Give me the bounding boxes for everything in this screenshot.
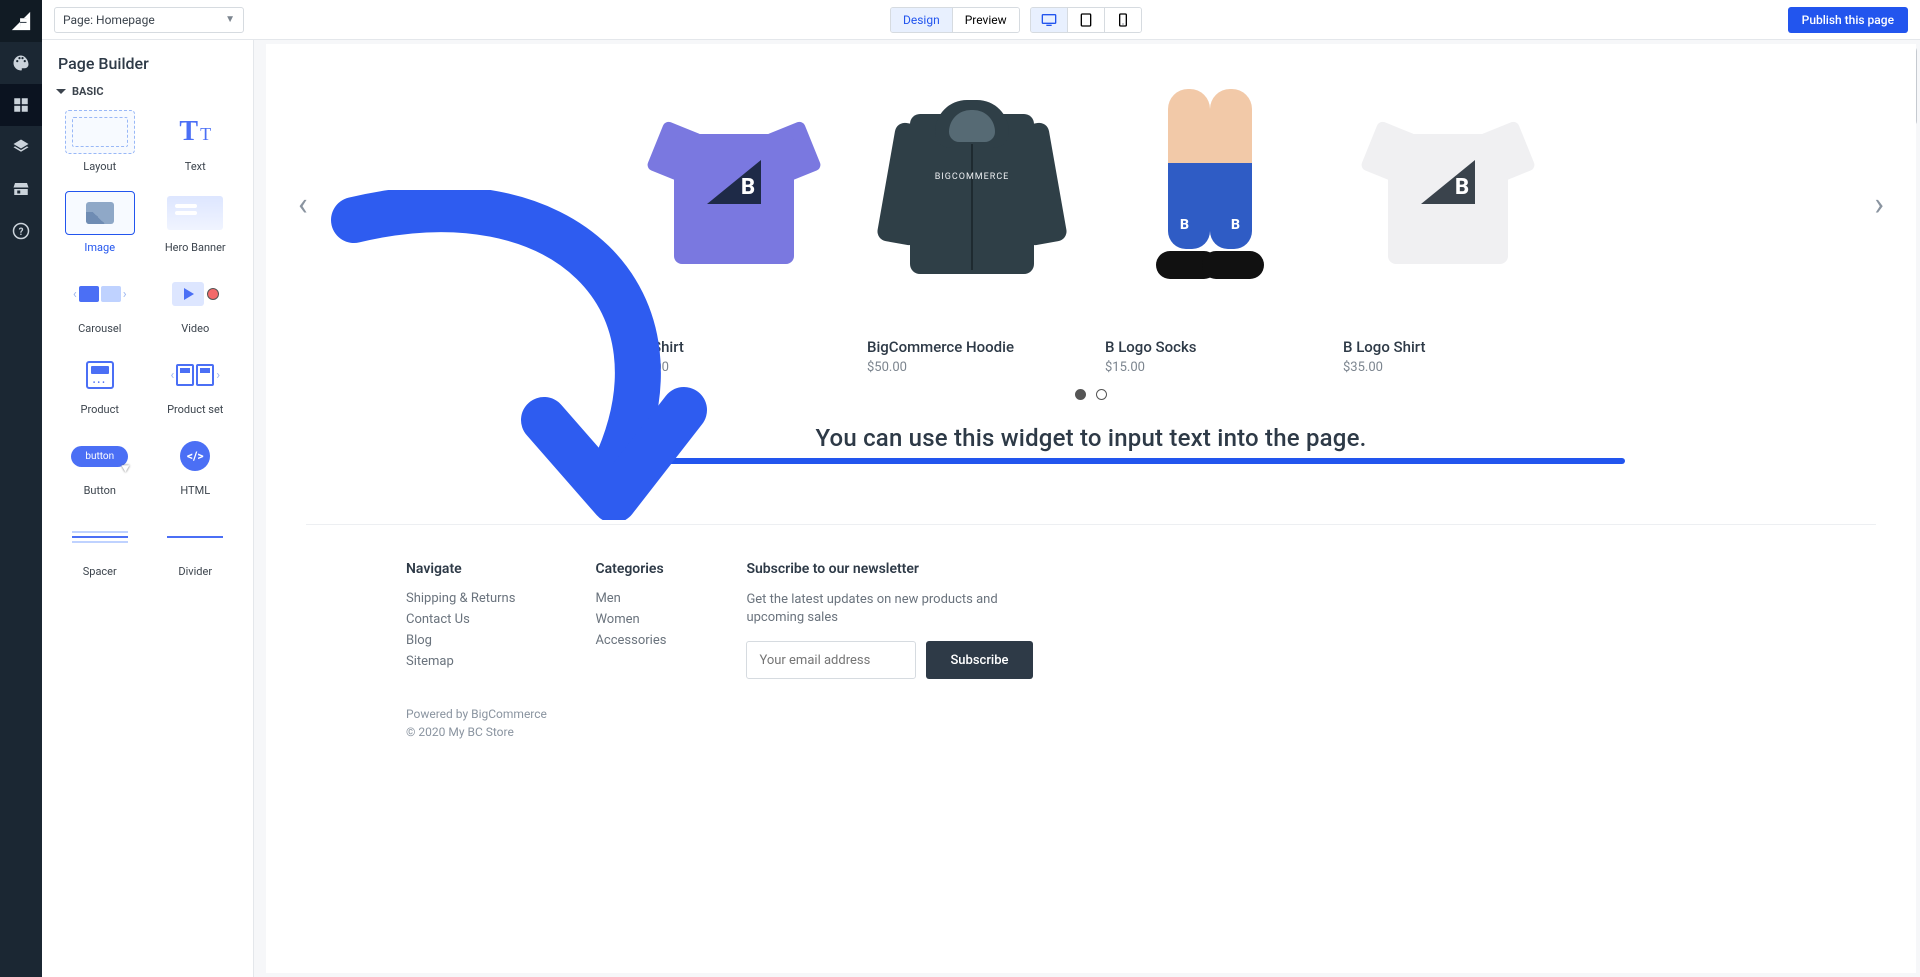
carousel-dots [306, 389, 1876, 400]
hero-icon [160, 191, 230, 235]
mode-preview[interactable]: Preview [953, 8, 1019, 32]
svg-text:?: ? [19, 227, 24, 238]
widget-button[interactable]: buttonButton [52, 434, 148, 497]
footer-col-categories: Categories Men Women Accessories [595, 561, 666, 679]
footer-heading: Navigate [406, 561, 515, 577]
mode-toggle: Design Preview [890, 7, 1020, 33]
panel-title: Page Builder [42, 40, 253, 81]
widget-hero[interactable]: Hero Banner [148, 191, 244, 254]
widget-drop-indicator [557, 458, 1625, 464]
widget-video[interactable]: Video [148, 272, 244, 335]
product-card[interactable]: BIGCOMMERCE BigCommerce Hoodie $50.00 [867, 84, 1077, 375]
html-icon: </> [160, 434, 230, 478]
brand-logo[interactable] [0, 0, 42, 42]
layout-icon [65, 110, 135, 154]
widget-product[interactable]: Product [52, 353, 148, 416]
divider-icon [160, 515, 230, 559]
spacer-icon [65, 515, 135, 559]
publish-button[interactable]: Publish this page [1788, 7, 1908, 33]
product-card[interactable]: BB B Logo Socks $15.00 [1105, 84, 1315, 375]
footer-link[interactable]: Accessories [595, 633, 666, 648]
product-image: B [629, 84, 839, 294]
viewport-tablet[interactable] [1068, 8, 1105, 32]
page-canvas: ‹ B BC Shirt $20.00 BIGCOMMERCE [266, 44, 1916, 973]
footer-col-navigate: Navigate Shipping & Returns Contact Us B… [406, 561, 515, 679]
product-price: $15.00 [1105, 360, 1315, 375]
subscribe-email-input[interactable] [746, 641, 916, 679]
carousel-prev[interactable]: ‹ [292, 184, 314, 224]
product-image: B [1343, 84, 1553, 294]
video-icon [160, 272, 230, 316]
product-image: BIGCOMMERCE [867, 84, 1077, 294]
section-basic[interactable]: BASIC [42, 81, 253, 102]
footer-link[interactable]: Contact Us [406, 612, 515, 627]
footer-link[interactable]: Sitemap [406, 654, 515, 669]
canvas-scroll[interactable]: ‹ B BC Shirt $20.00 BIGCOMMERCE [254, 40, 1920, 977]
viewport-mobile[interactable] [1105, 8, 1141, 32]
footer-link[interactable]: Shipping & Returns [406, 591, 515, 606]
text-icon: T [160, 110, 230, 154]
widget-carousel[interactable]: ‹›Carousel [52, 272, 148, 335]
product-price: $50.00 [867, 360, 1077, 375]
product-name: BC Shirt [629, 338, 839, 356]
widget-panel: Page Builder BASIC Layout TText Image He… [42, 40, 254, 977]
rail-store-icon[interactable] [0, 168, 42, 210]
page-footer: Navigate Shipping & Returns Contact Us B… [306, 524, 1876, 689]
page-selector[interactable]: Page: Homepage ▼ [54, 7, 244, 33]
svg-text:B: B [741, 175, 755, 200]
chevron-down-icon: ▼ [225, 14, 235, 25]
widget-divider[interactable]: Divider [148, 515, 244, 578]
widget-text[interactable]: TText [148, 110, 244, 173]
productset-icon: ‹› [160, 353, 230, 397]
footer-link[interactable]: Men [595, 591, 666, 606]
footer-col-subscribe: Subscribe to our newsletter Get the late… [746, 561, 1046, 679]
product-name: B Logo Shirt [1343, 338, 1553, 356]
footer-heading: Categories [595, 561, 666, 577]
product-price: $20.00 [629, 360, 839, 375]
viewport-toggle [1030, 7, 1142, 33]
widget-html[interactable]: </>HTML [148, 434, 244, 497]
carousel-next[interactable]: › [1868, 184, 1890, 224]
footer-heading: Subscribe to our newsletter [746, 561, 1046, 577]
subscribe-button[interactable]: Subscribe [926, 641, 1032, 679]
copyright: © 2020 My BC Store [406, 723, 1776, 741]
svg-text:B: B [1455, 175, 1469, 200]
rail-widgets-icon[interactable] [0, 84, 42, 126]
product-image: BB [1105, 84, 1315, 294]
carousel-dot[interactable] [1075, 389, 1086, 400]
carousel-icon: ‹› [65, 272, 135, 316]
footer-link[interactable]: Blog [406, 633, 515, 648]
product-price: $35.00 [1343, 360, 1553, 375]
viewport-desktop[interactable] [1031, 8, 1068, 32]
rail-theme-icon[interactable] [0, 42, 42, 84]
rail-help-icon[interactable]: ? [0, 210, 42, 252]
button-icon: button [65, 434, 135, 478]
product-name: BigCommerce Hoodie [867, 338, 1077, 356]
footer-desc: Get the latest updates on new products a… [746, 591, 1046, 627]
widget-spacer[interactable]: Spacer [52, 515, 148, 578]
product-name: B Logo Socks [1105, 338, 1315, 356]
text-widget[interactable]: You can use this widget to input text in… [306, 424, 1876, 452]
rail-layers-icon[interactable] [0, 126, 42, 168]
footer-link[interactable]: Women [595, 612, 666, 627]
app-rail: ? [0, 0, 42, 977]
product-carousel: ‹ B BC Shirt $20.00 BIGCOMMERCE [306, 84, 1876, 375]
product-icon [65, 353, 135, 397]
widget-productset[interactable]: ‹›Product set [148, 353, 244, 416]
footer-legal: Powered by BigCommerce © 2020 My BC Stor… [306, 689, 1876, 757]
widget-image[interactable]: Image [52, 191, 148, 254]
mode-design[interactable]: Design [891, 8, 953, 32]
page-selector-label: Page: Homepage [63, 13, 155, 27]
product-card[interactable]: B BC Shirt $20.00 [629, 84, 839, 375]
carousel-dot[interactable] [1096, 389, 1107, 400]
powered-by: Powered by BigCommerce [406, 705, 1776, 723]
product-card[interactable]: B B Logo Shirt $35.00 [1343, 84, 1553, 375]
topbar: Page: Homepage ▼ Design Preview Publish … [42, 0, 1920, 40]
widget-layout[interactable]: Layout [52, 110, 148, 173]
image-icon [65, 191, 135, 235]
